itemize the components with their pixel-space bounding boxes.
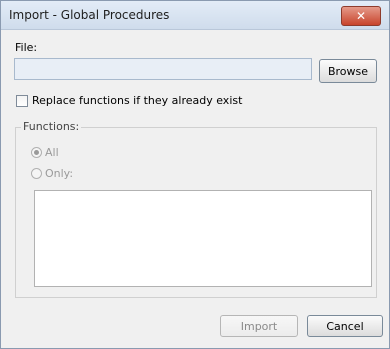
close-icon: ✕ [355,9,367,23]
window-title: Import - Global Procedures [9,8,170,22]
import-dialog: Import - Global Procedures ✕ File: Brows… [0,0,390,349]
radio-only-option[interactable]: Only: [31,167,73,180]
cancel-button[interactable]: Cancel [307,315,383,337]
radio-all-label: All [45,146,59,159]
replace-functions-checkbox[interactable] [16,94,28,107]
radio-all[interactable] [31,147,42,158]
radio-only[interactable] [31,168,42,179]
functions-list[interactable] [34,190,372,287]
replace-functions-label: Replace functions if they already exist [32,94,243,107]
file-label: File: [15,41,38,54]
replace-functions-option[interactable]: Replace functions if they already exist [16,94,242,107]
close-button[interactable]: ✕ [341,6,381,26]
radio-only-label: Only: [45,167,74,180]
file-path-input[interactable] [14,58,312,80]
browse-button[interactable]: Browse [319,59,377,83]
radio-all-option[interactable]: All [31,146,59,159]
import-button[interactable]: Import [220,315,298,337]
title-bar: Import - Global Procedures ✕ [1,1,389,30]
functions-group-label: Functions: [21,120,82,133]
